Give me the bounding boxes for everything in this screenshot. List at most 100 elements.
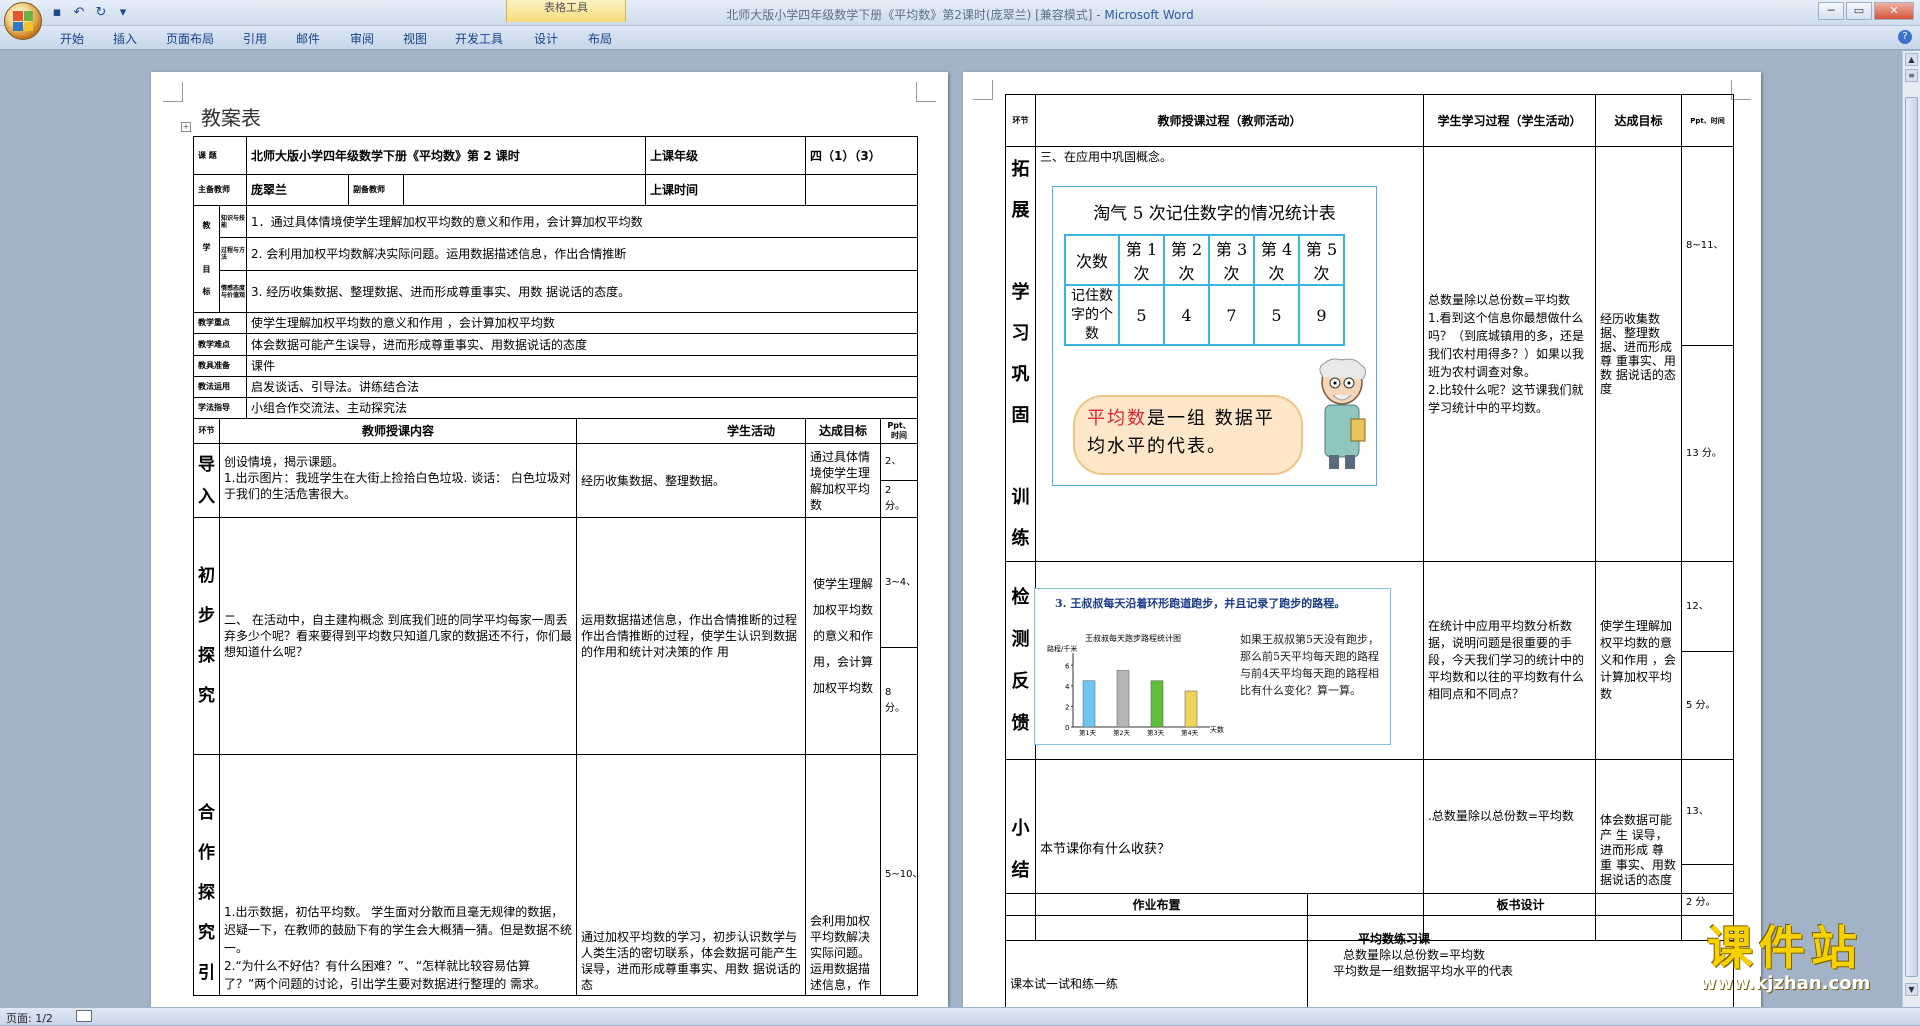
- ruler-toggle-icon[interactable]: ≡: [1905, 69, 1918, 82]
- tab-review[interactable]: 审阅: [350, 30, 374, 47]
- main-teacher-label: 主备教师: [192, 174, 248, 206]
- initial-explore-activity[interactable]: 运用数据描述信息，作出合情推断的过程 作出合情推断的过程，使学生认识到数据的作用…: [576, 517, 807, 755]
- class-time-value[interactable]: [805, 174, 919, 206]
- stage-char: 探: [198, 646, 215, 666]
- figure-title: 淘气 5 次记住数字的情况统计表: [1093, 204, 1336, 224]
- class-time-label: 上课时间: [645, 174, 807, 206]
- chart-bar: [1082, 680, 1096, 728]
- extend-goal[interactable]: 经历收集数据、整理数据、进而形成尊 重事实、用数 据说话的态度: [1595, 146, 1682, 562]
- feedback-activity[interactable]: 在统计中应用平均数分析数据，说明问题是很重要的手段，今天我们学习的统计中的平均数…: [1423, 561, 1596, 760]
- column-header-teacher: 教师授课过程（教师活动）: [1035, 94, 1424, 147]
- intro-activity[interactable]: 经历收集数据、整理数据。: [576, 443, 807, 518]
- key-point-value[interactable]: 使学生理解加权平均数的意义和作用 ，会计算加权平均数: [246, 312, 919, 334]
- stage-char: 探: [198, 883, 215, 903]
- title-bar: ▪ ↶ ↻ ▾ 表格工具 北师大版小学四年级数学下册《平均数》第2课时(庞翠兰)…: [0, 0, 1920, 26]
- key-point-label: 教学重点: [192, 312, 248, 334]
- coop-explore-activity[interactable]: 通过加权平均数的学习，初步认识数学与人类生活的密切联系，体会数据可能产生误导，进…: [576, 754, 807, 996]
- extend-ppt[interactable]: 8~11、: [1681, 145, 1734, 347]
- tab-table-layout[interactable]: 布局: [588, 30, 612, 47]
- office-button[interactable]: [4, 2, 42, 40]
- homework-value[interactable]: 课本试一试和练一练: [1005, 915, 1308, 1016]
- grade-value[interactable]: 四（1）（3）: [805, 136, 919, 175]
- assistant-teacher-value[interactable]: [403, 174, 647, 206]
- tab-view[interactable]: 视图: [403, 30, 427, 47]
- stage-intro: 导入: [193, 443, 220, 518]
- column-header-stage: 环节: [1005, 94, 1036, 147]
- stage-char: 反: [1011, 670, 1030, 692]
- document-name: 北师大版小学四年级数学下册《平均数》第2课时(庞翠兰) [兼容模式] -: [726, 8, 1105, 22]
- stats-row-label: 记住数字的个数: [1064, 284, 1120, 346]
- coop-explore-ppt[interactable]: 5~10、: [880, 754, 919, 996]
- stats-header-cell: 第 3 次: [1208, 234, 1255, 286]
- office-logo-icon: [13, 11, 33, 31]
- feedback-time[interactable]: 5 分。: [1681, 651, 1734, 760]
- feedback-ppt[interactable]: 12、: [1681, 561, 1734, 652]
- minimize-button[interactable]: ─: [1818, 2, 1844, 20]
- intro-content[interactable]: 创设情境，揭示课题。 1.出示图片：我班学生在大街上捡拾白色垃圾. 谈话： 白色…: [218, 443, 578, 518]
- grade-label: 上课年级: [645, 136, 806, 175]
- summary-ppt[interactable]: 13、: [1681, 759, 1734, 865]
- method-value[interactable]: 启发谈话、引导法。讲练结合法: [246, 376, 919, 398]
- board-design-label: 板书设计: [1307, 893, 1734, 916]
- window-controls: ─ ▭ ✕: [1818, 2, 1914, 20]
- initial-explore-goal[interactable]: 使学生理解加权平均数的意义和作用，会计算加权平均数: [805, 517, 882, 755]
- goal-process[interactable]: 2. 会利用加权平均数解决实际问题。运用数据描述信息，作出合情推断: [246, 237, 919, 271]
- page-indicator[interactable]: 页面: 1/2: [6, 1010, 53, 1026]
- goal-attitude[interactable]: 3. 经历收集数据、整理数据、进而形成尊重事实、用数 据说话的态度。: [246, 270, 919, 313]
- vertical-scrollbar[interactable]: ▲ ≡ ▼: [1902, 51, 1920, 1007]
- tab-table-design[interactable]: 设计: [534, 30, 558, 47]
- spellcheck-icon[interactable]: [76, 1010, 92, 1022]
- stage-char: 习: [1011, 323, 1030, 344]
- help-icon[interactable]: ?: [1898, 30, 1912, 44]
- scroll-down-icon[interactable]: ▼: [1905, 983, 1918, 996]
- extend-activity[interactable]: 总数量除以总份数=平均数 1.看到这个信息你最想做什么吗？（到底城镇用的多，还是…: [1423, 146, 1596, 562]
- column-header-goal: 达成目标: [1595, 94, 1682, 147]
- tab-mailings[interactable]: 邮件: [296, 30, 320, 47]
- stage-char: 馈: [1011, 712, 1030, 734]
- tab-insert[interactable]: 插入: [113, 30, 137, 47]
- tab-page-layout[interactable]: 页面布局: [166, 30, 214, 47]
- tab-developer[interactable]: 开发工具: [455, 30, 503, 47]
- initial-explore-ppt[interactable]: 3~4、: [880, 517, 919, 648]
- goals-label-char: 目: [202, 265, 211, 274]
- prep-value[interactable]: 课件: [246, 355, 919, 377]
- old-teacher-cartoon-icon: [1319, 358, 1367, 469]
- stage-char: 究: [198, 923, 215, 943]
- assistant-teacher-label: 副备教师: [348, 174, 405, 206]
- feedback-goal[interactable]: 使学生理解加权平均数的意义和作用 ，会计算加权平均数: [1595, 561, 1682, 760]
- tab-references[interactable]: 引用: [243, 30, 267, 47]
- table-move-handle-icon[interactable]: +: [181, 122, 191, 132]
- chart-title: 王叔叔每天跑步路程统计图: [1085, 633, 1181, 643]
- extend-time[interactable]: 13 分。: [1681, 345, 1734, 562]
- coop-explore-goal[interactable]: 会利用加权平均数解决实际问题。运用数据描述信息，作: [805, 754, 882, 996]
- difficulty-value[interactable]: 体会数据可能产生误导，进而形成尊重事实、用数据说话的态度: [246, 333, 919, 356]
- chart-x-tick-label: 第2天: [1113, 728, 1131, 737]
- intro-time[interactable]: 2 分。: [880, 480, 919, 518]
- stats-header-cell: 第 4 次: [1253, 234, 1300, 286]
- tab-home[interactable]: 开始: [60, 30, 84, 47]
- scroll-up-icon[interactable]: ▲: [1905, 53, 1918, 66]
- maximize-button[interactable]: ▭: [1846, 2, 1872, 20]
- topic-value[interactable]: 北师大版小学四年级数学下册《平均数》第 2 课时: [246, 136, 647, 175]
- guidance-value[interactable]: 小组合作交流法、主动探究法: [246, 397, 919, 419]
- homework-board-table[interactable]: 作业布置 板书设计 课本试一试和练一练 平均数练习课 总数量除以总份数=平均数 …: [1005, 893, 1734, 1016]
- stage-char: 初: [198, 566, 215, 586]
- lesson-plan-table[interactable]: 课 题 北师大版小学四年级数学下册《平均数》第 2 课时 上课年级 四（1）（3…: [192, 136, 919, 996]
- stage-char: 作: [198, 843, 215, 863]
- stage-char: 引: [198, 963, 215, 983]
- goal-knowledge[interactable]: 1．通过具体情境使学生理解加权平均数的意义和作用，会计算加权平均数: [246, 205, 919, 238]
- coop-explore-content[interactable]: 1.出示数据，初估平均数。 学生面对分散而且毫无规律的数据，迟疑一下，在教师的鼓…: [218, 754, 578, 996]
- scrollbar-thumb[interactable]: [1905, 97, 1918, 977]
- column-header-content: 教师授课内容: [218, 418, 578, 444]
- chart-y-tick-label: 6: [1065, 662, 1070, 670]
- initial-explore-content[interactable]: 二、 在活动中，自主建构概念 到底我们班的同学平均每家一周丢弃多少个呢？看来要得…: [218, 517, 578, 755]
- close-button[interactable]: ✕: [1874, 2, 1914, 20]
- chart-marks: 0 2 4 6 第1天 第2天 第3天 第4天: [1065, 662, 1199, 737]
- intro-goal[interactable]: 通过具体情境使学生理解加权平均数: [805, 443, 882, 518]
- stage-char: 固: [1011, 405, 1030, 426]
- initial-explore-time[interactable]: 8 分。: [880, 647, 919, 755]
- guidance-label: 学法指导: [192, 397, 248, 419]
- main-teacher-value[interactable]: 庞翠兰: [246, 174, 350, 206]
- intro-ppt[interactable]: 2、: [880, 443, 919, 481]
- goals-label-char: 标: [202, 287, 211, 296]
